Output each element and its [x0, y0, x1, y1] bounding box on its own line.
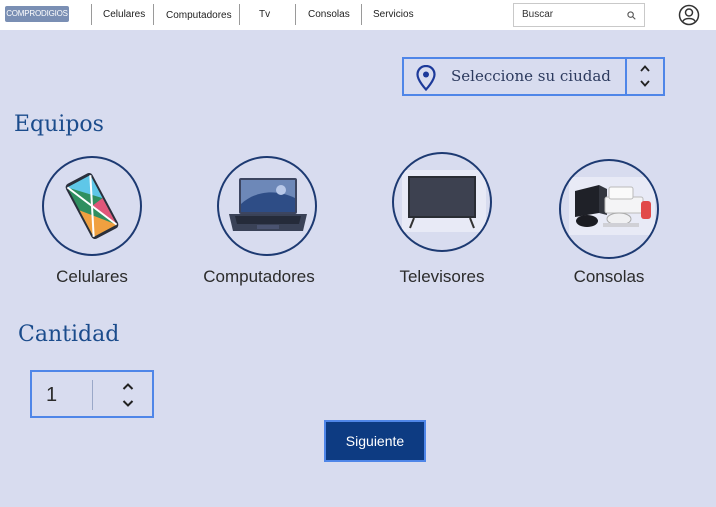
logo[interactable]: COMPRODIGIOS [5, 6, 69, 22]
equipment-image-frame [559, 159, 659, 259]
search-input[interactable] [522, 9, 622, 20]
nav-item-computadores[interactable]: Computadores [166, 10, 232, 21]
equipment-option-computadores[interactable] [217, 156, 317, 256]
equipment-option-consolas[interactable] [559, 159, 659, 259]
quantity-value[interactable]: 1 [46, 384, 57, 407]
nav-divider [295, 4, 296, 25]
nav-divider [239, 4, 240, 25]
equipment-label-celulares: Celulares [56, 267, 128, 286]
next-button[interactable]: Siguiente [324, 420, 426, 462]
search-box [513, 3, 645, 27]
equipment-label-televisores: Televisores [399, 267, 485, 286]
city-select[interactable]: Seleccione su ciudad [402, 57, 665, 96]
nav-item-tv[interactable]: Tv [259, 9, 270, 20]
chevron-down-icon[interactable] [640, 80, 650, 87]
user-account-icon[interactable] [678, 4, 700, 26]
nav-item-celulares[interactable]: Celulares [103, 9, 145, 20]
quantity-spinner-icon[interactable] [122, 382, 134, 408]
nav-divider [91, 4, 92, 25]
equipment-option-televisores[interactable] [392, 152, 492, 252]
city-select-spinner[interactable] [625, 59, 663, 94]
quantity-divider [92, 380, 93, 410]
smartphone-image [65, 172, 119, 240]
television-image [402, 170, 486, 232]
chevron-up-icon[interactable] [640, 65, 650, 72]
game-console-image [569, 177, 655, 235]
search-icon[interactable] [627, 11, 636, 20]
laptop-image [229, 178, 307, 231]
equipment-image-frame [392, 152, 492, 252]
quantity-title: Cantidad [18, 322, 120, 347]
top-navbar: COMPRODIGIOS Celulares Computadores Tv C… [0, 0, 716, 30]
city-select-label: Seleccione su ciudad [451, 67, 611, 85]
location-pin-icon [416, 65, 436, 91]
equipment-image-frame [42, 156, 142, 256]
nav-divider [153, 4, 154, 25]
quantity-stepper[interactable]: 1 [30, 370, 154, 418]
nav-item-servicios[interactable]: Servicios [373, 9, 414, 20]
equipment-title: Equipos [14, 112, 104, 137]
equipment-label-computadores: Computadores [203, 267, 315, 286]
nav-item-consolas[interactable]: Consolas [308, 9, 350, 20]
nav-divider [361, 4, 362, 25]
equipment-option-celulares[interactable] [42, 156, 142, 256]
equipment-image-frame [217, 156, 317, 256]
equipment-label-consolas: Consolas [573, 267, 645, 286]
